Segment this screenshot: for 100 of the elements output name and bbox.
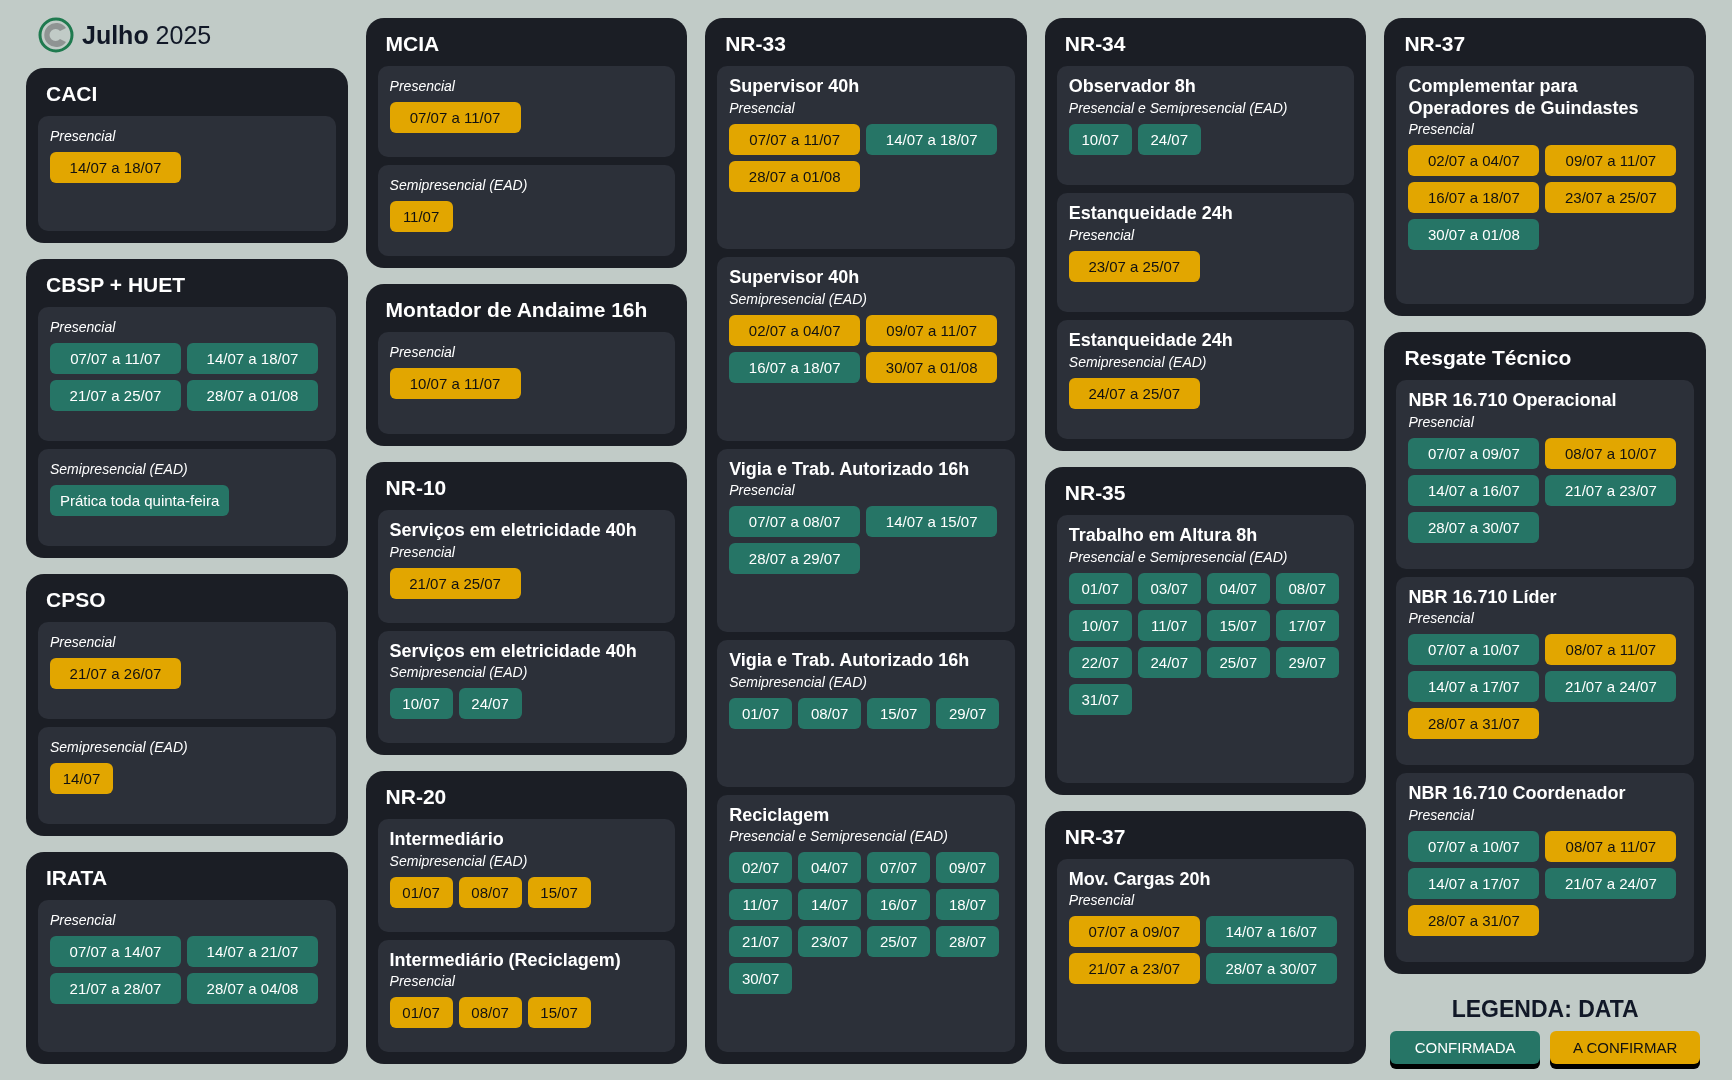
date-tag: 07/07 a 11/07 [50,343,181,374]
date-tag: 11/07 [729,889,793,921]
date-tag: 14/07 a 16/07 [1205,916,1337,948]
date-tag: 08/07 [458,997,522,1029]
modality-label: Semipresencial (EAD) [50,461,188,477]
modality-label: Presencial [50,634,116,650]
course-title: CPSO [45,587,107,613]
modality-label: Presencial [389,543,455,560]
logo-icon [38,17,74,53]
date-tag: 23/07 a 25/07 [1068,250,1200,282]
date-tag: 28/07 a 04/08 [187,973,318,1004]
date-tag: 07/07 [867,852,931,884]
date-tag: 24/07 a 25/07 [1068,377,1200,409]
date-tag: 24/07 [1137,647,1201,679]
date-tag: 03/07 [1137,573,1201,605]
legend-title: LEGENDA: DATA [1451,996,1639,1023]
date-tag: 28/07 a 31/07 [1408,708,1540,740]
module-title: Reciclagem [729,804,830,827]
date-tag: 04/07 [1206,573,1270,605]
date-tag: 21/07 [729,926,793,958]
month-title: Julho 2025 [82,20,212,50]
date-tag: 22/07 [1068,647,1132,679]
date-tag: Prática toda quinta-feira [50,485,230,516]
date-tag: 21/07 a 24/07 [1545,868,1677,899]
date-tag: 14/07 a 18/07 [187,343,318,374]
date-tag: 14/07 a 18/07 [866,123,998,155]
modality-label: Presencial [50,319,116,335]
date-tag: 23/07 a 25/07 [1545,182,1677,214]
date-tag: 08/07 [458,876,522,908]
course-title: NR-34 [1063,31,1127,57]
date-tag: 15/07 [527,997,591,1029]
date-tag: 01/07 [1068,573,1132,605]
module-title: Serviços em eletricidade 40h [389,520,637,542]
date-tag: 07/07 a 10/07 [1408,831,1540,862]
course-title: NR-37 [1063,823,1127,850]
modality-label: Presencial [389,343,455,360]
date-tag: 17/07 [1275,610,1339,642]
course-title: NR-20 [384,784,448,811]
date-tag: 28/07 [936,926,1000,958]
module-title: Estanqueidade 24h [1068,330,1233,352]
date-tag: 10/07 a 11/07 [389,367,521,399]
date-tag: 02/07 [729,852,793,884]
course-title: NR-35 [1063,480,1127,507]
modality-label: Semipresencial (EAD) [50,739,188,755]
date-tag: 16/07 [867,889,931,921]
date-tag: 14/07 a 18/07 [50,152,181,183]
date-tag: 04/07 [798,852,862,884]
date-tag: 07/07 a 14/07 [50,936,181,967]
module-title: Supervisor 40h [729,76,860,98]
date-tag: 09/07 [936,852,1000,884]
module-title: NBR 16.710 Coordenador [1408,783,1626,805]
course-title: MCIA [384,31,441,57]
date-tag: 11/07 [389,200,453,232]
module-title: Vigia e Trab. Autorizado 16h [729,650,970,672]
date-tag: 16/07 a 18/07 [1408,182,1540,214]
course-title: NR-10 [384,475,448,502]
date-tag: 15/07 [867,697,931,729]
date-tag: 08/07 a 11/07 [1545,634,1677,666]
date-tag: 07/07 a 10/07 [1408,634,1540,666]
module-title: NBR 16.710 Líder [1408,586,1557,609]
date-tag: 14/07 a 21/07 [187,936,318,967]
modality-label: Presencial [729,482,795,499]
date-tag: 01/07 [389,876,453,908]
modality-label: Presencial e Semipresencial (EAD) [729,828,948,845]
date-tag: 28/07 a 01/08 [729,160,861,192]
date-tag: 07/07 a 11/07 [729,123,861,155]
module-title: Vigia e Trab. Autorizado 16h [729,458,970,481]
modality-label: Presencial [50,128,116,144]
date-tag: 11/07 [1137,610,1201,642]
module-title: Serviços em eletricidade 40h [389,640,637,663]
date-tag: 21/07 a 23/07 [1068,953,1200,985]
date-tag: 16/07 a 18/07 [729,352,861,383]
date-tag: 21/07 a 25/07 [389,567,521,599]
date-tag: 30/07 [729,963,793,995]
module-title: Estanqueidade 24h [1068,203,1233,225]
modality-label: Presencial e Semipresencial (EAD) [1068,99,1288,116]
date-tag: 08/07 a 11/07 [1545,831,1677,862]
modality-label: Presencial [389,973,455,990]
date-tag: 24/07 [458,688,522,720]
modality-label: Semipresencial (EAD) [389,664,528,681]
modality-label: Presencial [1068,226,1135,243]
date-tag: 23/07 [798,926,862,958]
date-tag: 07/07 a 11/07 [389,102,521,133]
modality-label: Semipresencial (EAD) [1068,353,1207,370]
course-title: Montador de Andaime 16h [384,296,649,323]
module-title: Trabalho em Altura 8h [1068,525,1258,548]
course-title: NR-33 [724,31,787,57]
modality-label: Presencial [729,99,795,116]
modality-label: Presencial [50,912,116,928]
date-tag: 14/07 [50,763,113,794]
date-tag: 21/07 a 24/07 [1545,671,1677,703]
date-tag: 07/07 a 09/07 [1068,916,1200,948]
course-title: CBSP + HUET [45,272,187,298]
date-tag: 21/07 a 28/07 [50,973,181,1004]
module-title: Observador 8h [1068,76,1196,98]
modality-label: Presencial [1408,807,1474,823]
modality-label: Presencial [1408,121,1474,138]
date-tag: 01/07 [729,697,793,729]
date-tag: 21/07 a 26/07 [50,658,181,689]
modality-label: Presencial [1408,413,1474,430]
